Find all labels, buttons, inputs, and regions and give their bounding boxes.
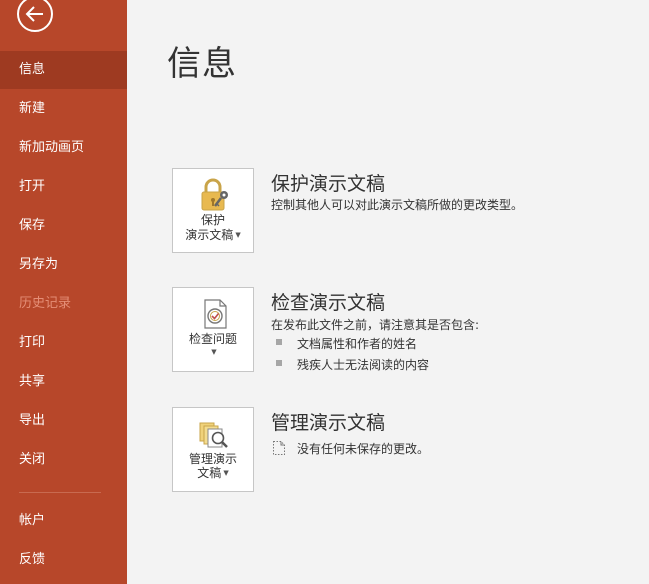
inspect-section-title: 检查演示文稿	[271, 292, 386, 314]
dropdown-caret-icon: ▼	[223, 469, 229, 477]
manage-versions-icon	[199, 422, 228, 448]
nav-item-print[interactable]: 打印	[0, 324, 127, 362]
nav-item-new[interactable]: 新建	[0, 90, 127, 128]
dropdown-caret-icon: ▼	[235, 231, 241, 239]
protect-button-label-1: 保护	[200, 213, 225, 227]
check-issues-caret: ▼	[173, 345, 253, 360]
nav-item-save[interactable]: 保存	[0, 207, 127, 245]
nav-item-feedback[interactable]: 反馈	[0, 541, 127, 579]
protect-presentation-button[interactable]: 保护 演示文稿 ▼	[172, 168, 254, 253]
manage-section-description: 没有任何未保存的更改。	[297, 442, 430, 456]
document-dotted-icon	[273, 441, 285, 455]
protect-section-description: 控制其他人可以对此演示文稿所做的更改类型。	[271, 198, 524, 212]
nav-item-save-as[interactable]: 另存为	[0, 246, 127, 284]
manage-presentation-button[interactable]: 管理演示 文稿 ▼	[172, 407, 254, 492]
protect-button-label-2: 演示文稿 ▼	[185, 228, 241, 242]
nav-item-account[interactable]: 帐户	[0, 502, 127, 540]
nav-item-new-animation-page[interactable]: 新加动画页	[0, 129, 127, 167]
nav-item-export[interactable]: 导出	[0, 402, 127, 440]
lock-key-icon	[201, 178, 228, 211]
nav-item-share[interactable]: 共享	[0, 363, 127, 401]
inspect-document-icon	[204, 299, 227, 329]
nav-item-open[interactable]: 打开	[0, 168, 127, 206]
check-issues-button[interactable]: 检查问题 ▼	[172, 287, 254, 372]
nav-item-info[interactable]: 信息	[0, 51, 127, 89]
bullet-icon	[276, 339, 282, 345]
back-button[interactable]	[17, 0, 53, 32]
manage-button-label-1: 管理演示	[188, 452, 237, 466]
bullet-icon	[276, 360, 282, 366]
inspect-section-description: 在发布此文件之前，请注意其是否包含:	[271, 318, 480, 332]
inspect-bullet-item: 文档属性和作者的姓名	[297, 337, 418, 351]
arrow-left-icon	[25, 6, 43, 22]
nav-item-history: 历史记录	[19, 296, 72, 311]
page-title: 信息	[167, 44, 237, 84]
backstage-sidebar: 信息 新建 新加动画页 打开 保存 另存为 历史记录 打印 共享 导出 关闭 帐…	[0, 0, 127, 584]
nav-item-close[interactable]: 关闭	[0, 441, 127, 479]
manage-button-label-2: 文稿 ▼	[197, 466, 229, 480]
protect-section-title: 保护演示文稿	[271, 173, 386, 195]
dropdown-caret-icon: ▼	[211, 348, 217, 356]
inspect-bullet-item: 残疾人士无法阅读的内容	[297, 358, 430, 372]
nav-divider	[19, 492, 101, 493]
manage-section-title: 管理演示文稿	[271, 412, 386, 434]
